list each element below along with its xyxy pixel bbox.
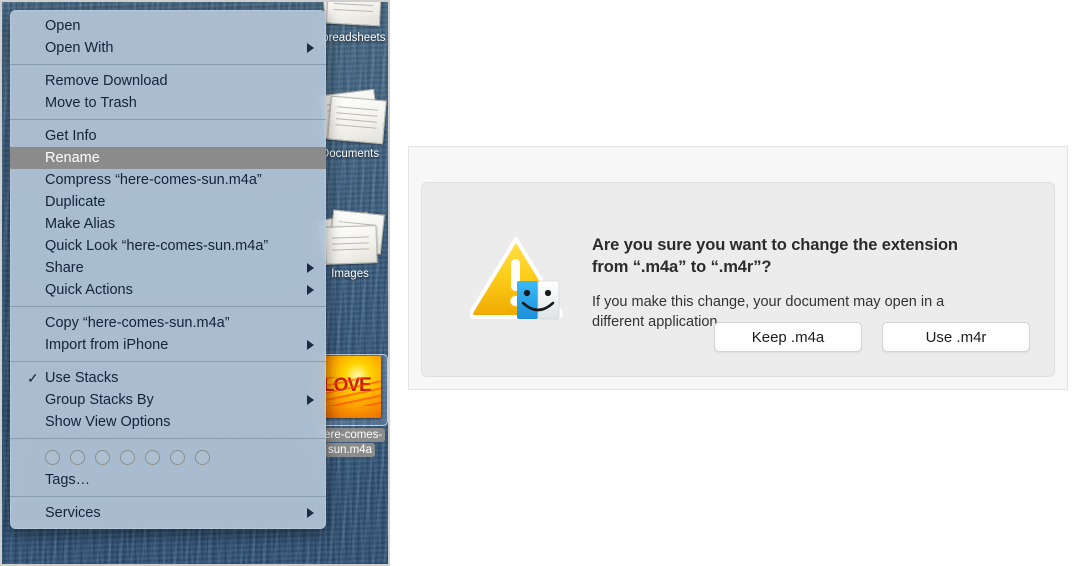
menu-item-label: Import from iPhone [45, 337, 169, 353]
menu-item-use-stacks[interactable]: ✓ Use Stacks [10, 367, 326, 389]
menu-item-rename[interactable]: Rename [10, 147, 326, 169]
album-artwork-icon: LOVE [319, 356, 381, 418]
menu-item-label: Rename [45, 150, 100, 166]
menu-item-label: Share [45, 260, 84, 276]
menu-separator [10, 64, 326, 65]
tag-color-dot[interactable] [95, 450, 110, 465]
menu-separator [10, 438, 326, 439]
tag-color-row[interactable] [10, 444, 326, 469]
menu-item-label: Tags… [45, 472, 91, 488]
artwork-text: LOVE [323, 375, 372, 396]
submenu-arrow-icon [307, 285, 314, 295]
menu-item-label: Quick Actions [45, 282, 133, 298]
keep-extension-button[interactable]: Keep .m4a [714, 322, 862, 352]
menu-separator [10, 496, 326, 497]
change-extension-dialog: Are you sure you want to change the exte… [408, 146, 1068, 390]
tag-color-dot[interactable] [70, 450, 85, 465]
use-extension-button[interactable]: Use .m4r [882, 322, 1030, 352]
submenu-arrow-icon [307, 43, 314, 53]
menu-item-services[interactable]: Services [10, 502, 326, 524]
menu-separator [10, 306, 326, 307]
dialog-panel: Are you sure you want to change the exte… [421, 182, 1055, 377]
menu-item-label: Open With [45, 40, 114, 56]
dialog-button-row: Keep .m4a Use .m4r [714, 322, 1030, 352]
menu-item-move-to-trash[interactable]: Move to Trash [10, 92, 326, 114]
tag-color-dot[interactable] [170, 450, 185, 465]
menu-item-get-info[interactable]: Get Info [10, 125, 326, 147]
submenu-arrow-icon [307, 263, 314, 273]
menu-item-remove-download[interactable]: Remove Download [10, 70, 326, 92]
menu-item-label: Move to Trash [45, 95, 137, 111]
menu-item-import-from-iphone[interactable]: Import from iPhone [10, 334, 326, 356]
menu-item-quick-look-here-comes-sun-m4a[interactable]: Quick Look “here-comes-sun.m4a” [10, 235, 326, 257]
menu-item-show-view-options[interactable]: Show View Options [10, 411, 326, 433]
warning-triangle-finder-icon [469, 233, 566, 321]
menu-item-duplicate[interactable]: Duplicate [10, 191, 326, 213]
tag-color-dot[interactable] [145, 450, 160, 465]
submenu-arrow-icon [307, 508, 314, 518]
tag-color-dot[interactable] [195, 450, 210, 465]
menu-item-label: Show View Options [45, 414, 171, 430]
menu-item-label: Quick Look “here-comes-sun.m4a” [45, 238, 269, 254]
tag-color-dot[interactable] [45, 450, 60, 465]
submenu-arrow-icon [307, 340, 314, 350]
finder-context-menu[interactable]: Open Open With Remove Download Move to Tras… [10, 10, 326, 529]
menu-item-make-alias[interactable]: Make Alias [10, 213, 326, 235]
menu-item-label: Get Info [45, 128, 97, 144]
menu-item-tags[interactable]: Tags… [10, 469, 326, 491]
menu-item-label: Remove Download [45, 73, 168, 89]
menu-item-group-stacks-by[interactable]: Group Stacks By [10, 389, 326, 411]
menu-item-open-with[interactable]: Open With [10, 37, 326, 59]
menu-item-label: Open [45, 18, 81, 34]
menu-item-label: Copy “here-comes-sun.m4a” [45, 315, 230, 331]
dialog-title: Are you sure you want to change the exte… [592, 236, 958, 276]
finder-desktop-screenshot: Spreadsheets Documents Images LOVE here-… [0, 0, 390, 566]
menu-item-label: Duplicate [45, 194, 106, 210]
menu-item-quick-actions[interactable]: Quick Actions [10, 279, 326, 301]
menu-separator [10, 361, 326, 362]
submenu-arrow-icon [307, 395, 314, 405]
menu-separator [10, 119, 326, 120]
menu-item-label: Services [45, 505, 101, 521]
menu-item-open[interactable]: Open [10, 15, 326, 37]
menu-item-compress-here-comes-sun-m4a[interactable]: Compress “here-comes-sun.m4a” [10, 169, 326, 191]
menu-item-share[interactable]: Share [10, 257, 326, 279]
menu-item-label: Make Alias [45, 216, 116, 232]
tag-color-dot[interactable] [120, 450, 135, 465]
menu-item-label: Compress “here-comes-sun.m4a” [45, 172, 262, 188]
checkmark-icon: ✓ [27, 370, 39, 386]
menu-item-label: Group Stacks By [45, 392, 154, 408]
menu-item-copy-here-comes-sun-m4a[interactable]: Copy “here-comes-sun.m4a” [10, 312, 326, 334]
menu-item-label: Use Stacks [45, 370, 119, 386]
